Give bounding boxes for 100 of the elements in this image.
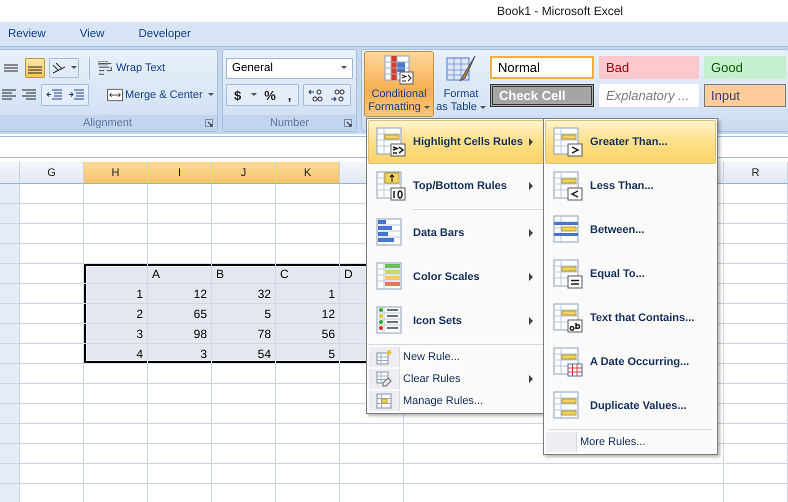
menu-item[interactable]: Highlight Cells Rules [368, 120, 545, 164]
row-header[interactable] [0, 364, 20, 384]
table-cell [148, 404, 212, 424]
menu-item[interactable]: Less Than... [545, 164, 716, 208]
table-cell [84, 264, 148, 284]
equal-icon [552, 258, 584, 290]
table-cell [148, 424, 212, 444]
table-cell [276, 444, 340, 464]
row-header[interactable] [0, 184, 20, 204]
table-cell [148, 444, 212, 464]
less-than-icon [552, 170, 584, 202]
table-cell [84, 224, 148, 244]
table-cell [84, 384, 148, 404]
menu-item[interactable]: Text that Contains... [545, 296, 716, 340]
table-cell [724, 444, 788, 464]
table-cell [212, 364, 276, 384]
row-header[interactable] [0, 384, 20, 404]
row-header[interactable] [0, 284, 20, 304]
menu-item[interactable]: Between... [545, 208, 716, 252]
align-icon[interactable] [25, 58, 45, 78]
table-cell [148, 184, 212, 204]
table-cell [276, 464, 340, 484]
merge-center-button[interactable]: Merge & Center [105, 85, 216, 105]
menu-item[interactable]: New Rule... [368, 346, 545, 368]
text-table-icon [552, 302, 584, 334]
row-header[interactable] [0, 264, 20, 284]
table-cell [212, 464, 276, 484]
row-header[interactable] [0, 404, 20, 424]
menu-item[interactable]: Greater Than... [545, 120, 716, 164]
row-header[interactable] [0, 224, 20, 244]
table-cell: 32 [212, 284, 276, 304]
cell-style[interactable]: Normal [490, 56, 594, 79]
cell-style[interactable]: Input [704, 84, 786, 107]
eraser-table-icon [376, 371, 392, 387]
table-cell [20, 244, 84, 264]
menu-item[interactable]: Clear Rules [368, 368, 545, 390]
table-cell [148, 224, 212, 244]
table-cell: 78 [212, 324, 276, 344]
table-cell [340, 424, 404, 444]
cell-style[interactable]: Good [704, 56, 786, 79]
orientation-button[interactable] [49, 58, 79, 78]
column-label: C [276, 264, 340, 284]
row-header[interactable] [0, 244, 20, 264]
row-header[interactable] [0, 204, 20, 224]
table-cell [148, 204, 212, 224]
comma-button[interactable]: , [282, 88, 296, 102]
calendar-table-icon [552, 346, 584, 378]
table-cell: 4 [84, 344, 148, 364]
column-header[interactable]: J [212, 162, 276, 184]
percent-button[interactable]: % [259, 88, 281, 102]
menu-item[interactable]: Equal To... [545, 252, 716, 296]
menu-item[interactable]: Manage Rules... [368, 390, 545, 412]
menu-item[interactable]: Top/Bottom Rules [368, 164, 545, 208]
cell-style[interactable]: Explanatory ... [599, 84, 699, 107]
row-header[interactable] [0, 444, 20, 464]
table-cell [20, 444, 84, 464]
window-title: Book1 - Microsoft Excel [497, 4, 624, 18]
table-cell [148, 384, 212, 404]
table-cell: 12 [148, 284, 212, 304]
dialog-launcher-icon[interactable] [205, 119, 213, 127]
table-cell [20, 204, 84, 224]
ribbon-tab[interactable]: Developer [130, 28, 191, 40]
column-header[interactable]: G [20, 162, 84, 184]
column-header[interactable]: I [148, 162, 212, 184]
table-cell [84, 464, 148, 484]
ribbon-tab[interactable]: View [72, 28, 104, 40]
menu-item[interactable]: Data Bars [368, 211, 545, 255]
number-format-dropdown[interactable]: General [226, 58, 353, 78]
table-cell [724, 404, 788, 424]
row-header[interactable] [0, 424, 20, 444]
table-cell [20, 224, 84, 244]
table-cell [212, 404, 276, 424]
cell-style[interactable]: Bad [599, 56, 699, 79]
table-cell [212, 384, 276, 404]
table-cell [20, 384, 84, 404]
merge-icon [107, 88, 123, 102]
group-label: Alignment [83, 117, 132, 129]
menu-item[interactable]: Icon Sets [368, 299, 545, 343]
row-header[interactable] [0, 304, 20, 324]
row-header[interactable] [0, 324, 20, 344]
column-header[interactable]: K [276, 162, 340, 184]
menu-item[interactable]: Duplicate Values... [545, 384, 716, 428]
menu-item[interactable]: More Rules... [545, 431, 716, 453]
column-header[interactable] [0, 162, 20, 184]
menu-item[interactable]: A Date Occurring... [545, 340, 716, 384]
row-header[interactable] [0, 464, 20, 484]
wrap-text-button[interactable]: Wrap Text [96, 58, 168, 78]
conditional-formatting-button[interactable]: Conditional Formatting [364, 51, 434, 117]
table-cell: 98 [148, 324, 212, 344]
column-header[interactable]: R [724, 162, 788, 184]
format-as-table-button[interactable]: Format as Table [436, 51, 486, 117]
column-label: B [212, 264, 276, 284]
column-header[interactable]: H [84, 162, 148, 184]
caret-icon [341, 66, 347, 70]
dialog-launcher-icon[interactable] [344, 119, 352, 127]
ribbon-tab[interactable]: Review [0, 28, 46, 40]
row-header[interactable] [0, 484, 20, 502]
wrap-text-icon [98, 61, 114, 75]
row-header[interactable] [0, 344, 20, 364]
currency-button[interactable]: $ [229, 88, 246, 102]
